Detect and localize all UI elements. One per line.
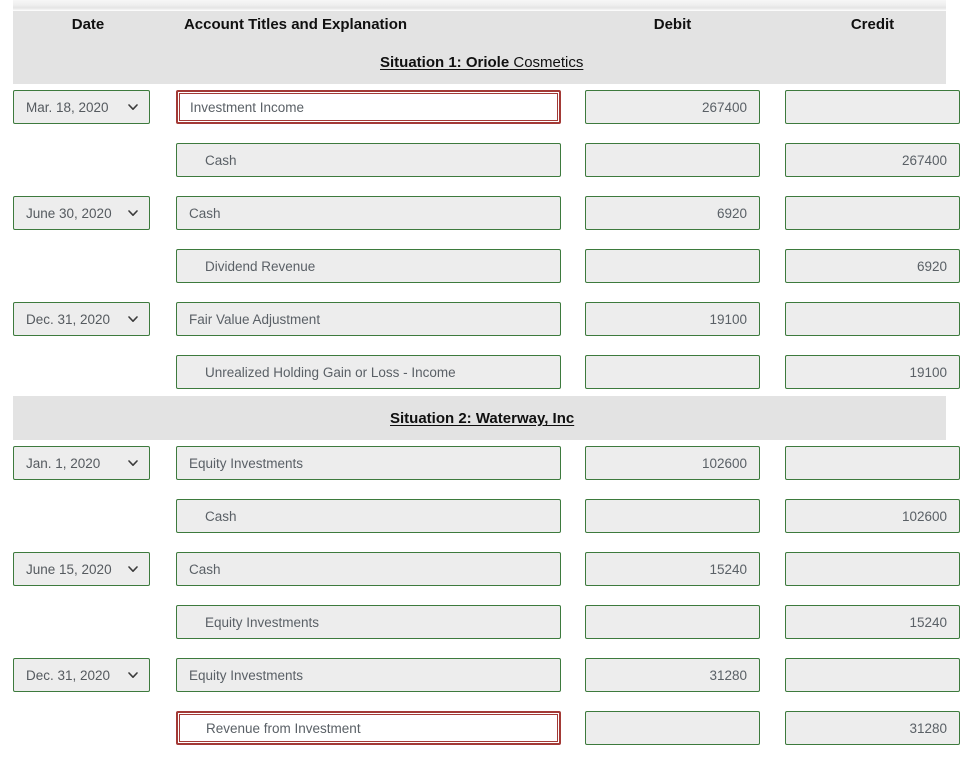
account-title-input[interactable]: Equity Investments: [176, 658, 561, 692]
chevron-down-icon: [127, 563, 139, 575]
journal-entry-row: Cash 267400: [0, 143, 961, 187]
debit-input[interactable]: 31280: [585, 658, 760, 692]
chevron-down-icon: [127, 101, 139, 113]
journal-entry-row: Dividend Revenue 6920: [0, 249, 961, 293]
journal-entry-row: Unrealized Holding Gain or Loss - Income…: [0, 355, 961, 399]
debit-input[interactable]: [585, 711, 760, 745]
journal-entry-form: Date Account Titles and Explanation Debit C…: [0, 0, 961, 768]
debit-input[interactable]: 6920: [585, 196, 760, 230]
date-select-value: June 15, 2020: [26, 561, 112, 577]
credit-input[interactable]: 19100: [785, 355, 960, 389]
credit-input[interactable]: 15240: [785, 605, 960, 639]
clipped-row-above: [13, 0, 946, 8]
credit-input[interactable]: [785, 658, 960, 692]
date-select[interactable]: Dec. 31, 2020: [13, 658, 150, 692]
chevron-down-icon: [127, 313, 139, 325]
account-title-input[interactable]: Dividend Revenue: [176, 249, 561, 283]
credit-input[interactable]: [785, 446, 960, 480]
credit-input[interactable]: 267400: [785, 143, 960, 177]
column-header-debit: Debit: [653, 16, 692, 33]
date-select[interactable]: June 15, 2020: [13, 552, 150, 586]
journal-entry-row: Mar. 18, 2020 Investment Income 267400: [0, 90, 961, 134]
account-title-input[interactable]: Fair Value Adjustment: [176, 302, 561, 336]
journal-entry-row: Dec. 31, 2020 Equity Investments 31280: [0, 658, 961, 702]
date-select-value: Dec. 31, 2020: [26, 311, 111, 327]
journal-entry-row: Revenue from Investment 31280: [0, 711, 961, 755]
date-select-value: June 30, 2020: [26, 205, 112, 221]
debit-input[interactable]: [585, 355, 760, 389]
debit-input[interactable]: [585, 605, 760, 639]
credit-input[interactable]: [785, 302, 960, 336]
debit-input[interactable]: [585, 143, 760, 177]
journal-entry-row: Dec. 31, 2020 Fair Value Adjustment 19100: [0, 302, 961, 346]
journal-entry-row: Jan. 1, 2020 Equity Investments 102600: [0, 446, 961, 490]
date-select-value: Jan. 1, 2020: [26, 455, 101, 471]
date-select[interactable]: Mar. 18, 2020: [13, 90, 150, 124]
account-title-input[interactable]: Unrealized Holding Gain or Loss - Income: [176, 355, 561, 389]
chevron-down-icon: [127, 457, 139, 469]
journal-entry-row: Cash 102600: [0, 499, 961, 543]
situation-title-regular: Cosmetics: [509, 54, 584, 71]
account-title-input-error[interactable]: Revenue from Investment: [176, 711, 561, 745]
credit-input[interactable]: 31280: [785, 711, 960, 745]
debit-input[interactable]: [585, 499, 760, 533]
column-header-account: Account Titles and Explanation: [183, 16, 408, 33]
chevron-down-icon: [127, 207, 139, 219]
situation-title: Situation 2: Waterway, Inc: [390, 407, 574, 431]
situation-title-bold: Situation 1: Oriole: [380, 54, 510, 71]
date-select[interactable]: Jan. 1, 2020: [13, 446, 150, 480]
account-title-input[interactable]: Equity Investments: [176, 605, 561, 639]
journal-entry-row: June 30, 2020 Cash 6920: [0, 196, 961, 240]
debit-input[interactable]: [585, 249, 760, 283]
date-select-value: Mar. 18, 2020: [26, 99, 109, 115]
date-select[interactable]: Dec. 31, 2020: [13, 302, 150, 336]
column-header-date: Date: [71, 16, 105, 33]
credit-input[interactable]: 102600: [785, 499, 960, 533]
account-title-input[interactable]: Equity Investments: [176, 446, 561, 480]
situation-title: Situation 1: Oriole Cosmetics: [380, 51, 583, 75]
date-select[interactable]: June 30, 2020: [13, 196, 150, 230]
credit-input[interactable]: [785, 552, 960, 586]
date-select-value: Dec. 31, 2020: [26, 667, 111, 683]
account-title-input[interactable]: Cash: [176, 196, 561, 230]
credit-input[interactable]: [785, 90, 960, 124]
situation-title-bold: Situation 2: Waterway, Inc: [390, 410, 575, 427]
debit-input[interactable]: 15240: [585, 552, 760, 586]
credit-input[interactable]: 6920: [785, 249, 960, 283]
debit-input[interactable]: 267400: [585, 90, 760, 124]
journal-entry-row: June 15, 2020 Cash 15240: [0, 552, 961, 596]
credit-input[interactable]: [785, 196, 960, 230]
account-title-input-error[interactable]: Investment Income: [176, 90, 561, 124]
debit-input[interactable]: 19100: [585, 302, 760, 336]
account-title-input[interactable]: Cash: [176, 499, 561, 533]
column-header-credit: Credit: [850, 16, 895, 33]
account-title-input[interactable]: Cash: [176, 552, 561, 586]
debit-input[interactable]: 102600: [585, 446, 760, 480]
account-title-input[interactable]: Cash: [176, 143, 561, 177]
chevron-down-icon: [127, 669, 139, 681]
journal-entry-row: Equity Investments 15240: [0, 605, 961, 649]
